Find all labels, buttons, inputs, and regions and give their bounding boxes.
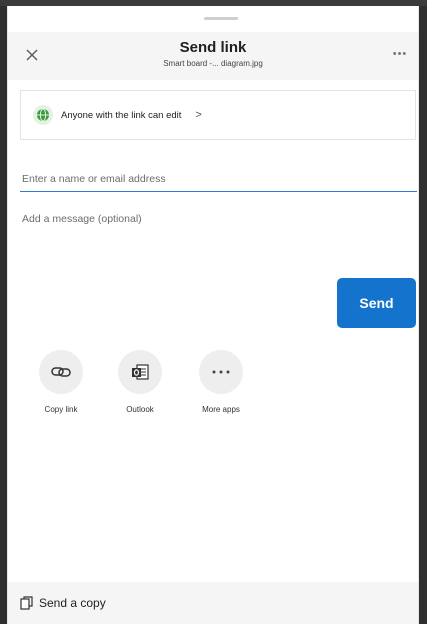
copy-link-button[interactable]: Copy link bbox=[31, 350, 91, 414]
globe-icon bbox=[33, 105, 53, 125]
page-title: Send link bbox=[179, 39, 247, 56]
send-link-sheet: Send link Smart board -... diagram.jpg •… bbox=[7, 6, 419, 624]
more-apps-label: More apps bbox=[202, 405, 240, 414]
link-permission-setting[interactable]: Anyone with the link can edit > bbox=[20, 90, 416, 140]
copy-link-icon-container bbox=[39, 350, 83, 394]
outlook-button[interactable]: Outlook bbox=[110, 350, 170, 414]
outlook-icon-container bbox=[118, 350, 162, 394]
email-field[interactable] bbox=[20, 166, 417, 192]
more-options-button[interactable]: ••• bbox=[390, 44, 410, 64]
link-icon bbox=[51, 367, 71, 377]
send-a-copy-button[interactable]: Send a copy bbox=[8, 582, 418, 624]
copy-document-icon bbox=[20, 596, 34, 610]
window-right-edge bbox=[419, 6, 427, 624]
more-horizontal-icon: ••• bbox=[392, 48, 408, 60]
more-apps-button[interactable]: More apps bbox=[191, 350, 251, 414]
send-a-copy-label: Send a copy bbox=[39, 596, 106, 610]
outlook-label: Outlook bbox=[126, 405, 154, 414]
window-left-edge bbox=[0, 6, 7, 624]
drag-handle[interactable] bbox=[204, 17, 238, 20]
send-button[interactable]: Send bbox=[337, 278, 416, 328]
message-field[interactable] bbox=[20, 211, 416, 271]
file-name: Smart board -... diagram.jpg bbox=[163, 59, 263, 68]
sheet-header: Send link Smart board -... diagram.jpg •… bbox=[8, 32, 418, 80]
more-horizontal-icon bbox=[212, 370, 230, 374]
outlook-icon bbox=[132, 364, 149, 380]
copy-link-label: Copy link bbox=[44, 405, 78, 414]
permission-label: Anyone with the link can edit bbox=[61, 109, 182, 121]
screen: Send link Smart board -... diagram.jpg •… bbox=[0, 0, 427, 624]
chevron-right-icon: > bbox=[195, 109, 202, 121]
more-apps-icon-container bbox=[199, 350, 243, 394]
